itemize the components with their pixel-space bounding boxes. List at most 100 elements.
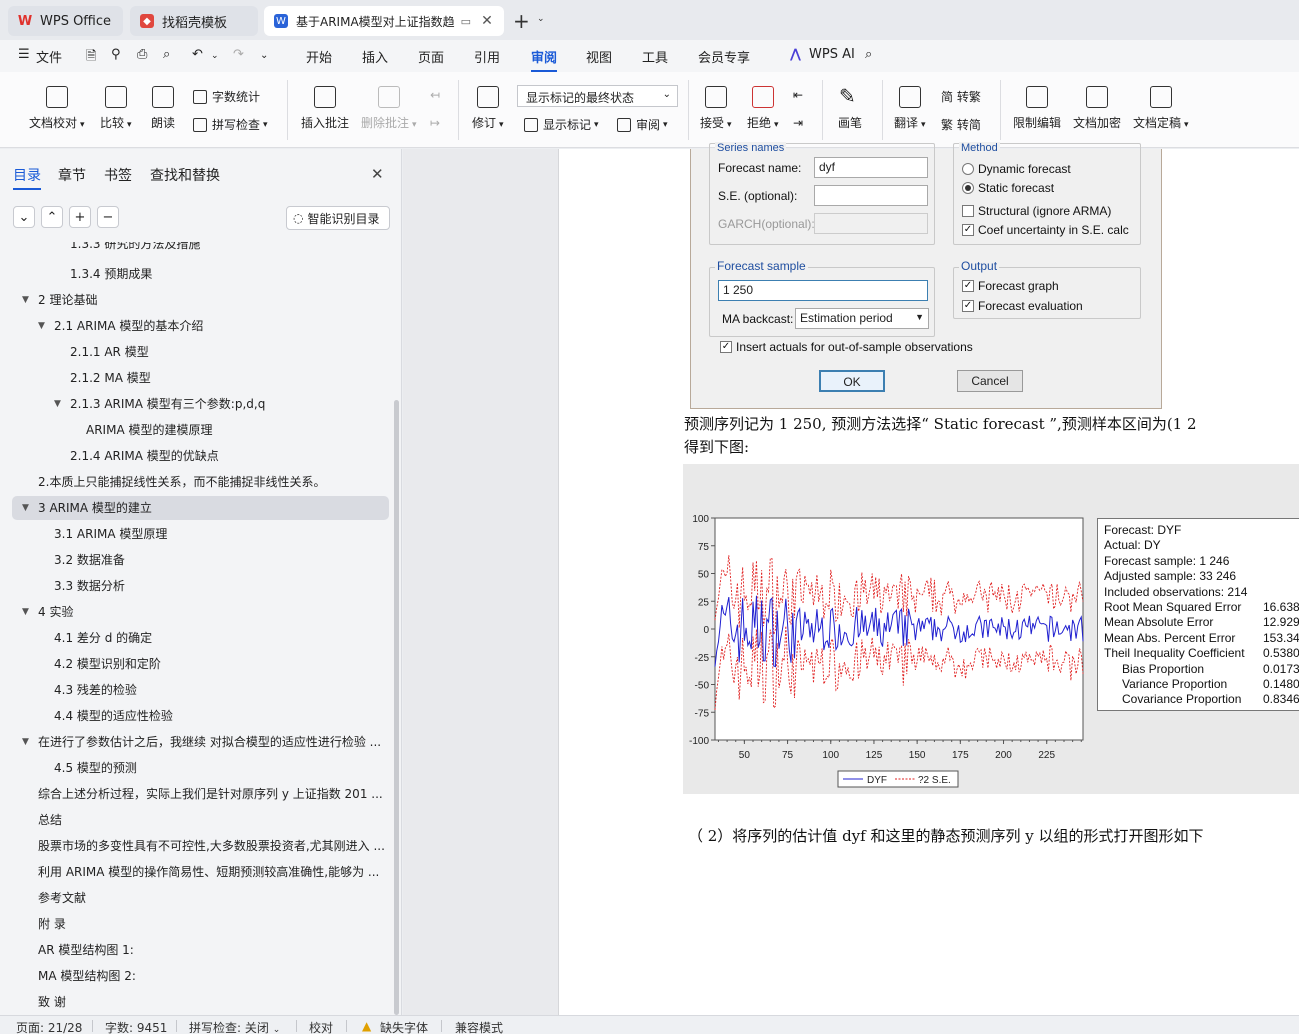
pen-button[interactable]: ✎ 画笔: [838, 86, 862, 131]
compat-mode[interactable]: 兼容模式: [455, 1019, 503, 1034]
forecast-sample-input[interactable]: 1 250: [718, 280, 928, 301]
toc-item[interactable]: ARIMA 模型的建模原理: [12, 418, 389, 442]
tab-find-replace[interactable]: 查找和替换: [150, 165, 220, 185]
insert-actuals-checkbox[interactable]: ✓ Insert actuals for out-of-sample observ…: [720, 340, 973, 354]
markup-state-select[interactable]: 显示标记的最终状态 ⌄: [517, 85, 678, 107]
se-input[interactable]: [814, 185, 928, 206]
delete-comment-button[interactable]: 删除批注 ▾: [361, 86, 417, 131]
collapse-icon[interactable]: ⌄: [13, 206, 35, 228]
spell-check-button[interactable]: 拼写检查 ▾: [193, 116, 268, 133]
dynamic-forecast-radio[interactable]: Dynamic forecast: [962, 162, 1071, 176]
toc-item[interactable]: 4.2 模型识别和定阶: [12, 652, 389, 676]
expand-icon[interactable]: ⌃: [41, 206, 63, 228]
toc-item[interactable]: 利用 ARIMA 模型的操作简易性、短期预测较高准确性,能够为 ...: [12, 860, 389, 884]
toc-item[interactable]: 4.3 残差的检验: [12, 678, 389, 702]
toc-item[interactable]: 1.3.3 研究的方法及措施: [12, 242, 389, 254]
tab-chapters[interactable]: 章节: [58, 165, 86, 185]
garch-input[interactable]: [814, 213, 928, 234]
toc-item[interactable]: 总结: [12, 808, 389, 832]
toc-item[interactable]: 3.3 数据分析: [12, 574, 389, 598]
tab-document[interactable]: W 基于ARIMA模型对上证指数趋 ▭ ✕: [264, 6, 504, 36]
tab-wps-office[interactable]: W WPS Office: [8, 6, 123, 36]
doc-encrypt-button[interactable]: 文档加密: [1073, 86, 1121, 131]
read-aloud-button[interactable]: 朗读: [151, 86, 175, 131]
expand-arrow-icon[interactable]: ▼: [22, 288, 29, 312]
cancel-button[interactable]: Cancel: [957, 370, 1023, 392]
forecast-evaluation-checkbox[interactable]: ✓ Forecast evaluation: [962, 299, 1083, 313]
menu-view[interactable]: 视图: [586, 47, 612, 66]
toc-item[interactable]: ▼ 2.1 ARIMA 模型的基本介绍: [12, 314, 389, 338]
toc-item[interactable]: 附 录: [12, 912, 389, 936]
expand-arrow-icon[interactable]: ▼: [22, 496, 29, 520]
revise-button[interactable]: 修订 ▾: [472, 86, 504, 131]
forecast-name-input[interactable]: dyf: [814, 157, 928, 178]
remove-level-icon[interactable]: −: [97, 206, 119, 228]
menu-file[interactable]: 文件: [36, 47, 62, 66]
expand-arrow-icon[interactable]: ▼: [54, 392, 61, 416]
toc-item[interactable]: 致 谢: [12, 990, 389, 1014]
structural-checkbox[interactable]: Structural (ignore ARMA): [962, 204, 1111, 218]
hamburger-icon[interactable]: ☰: [18, 47, 30, 62]
coef-uncertainty-checkbox[interactable]: ✓ Coef uncertainty in S.E. calc: [962, 223, 1129, 237]
toc-item[interactable]: ▼ 4 实验: [12, 600, 389, 624]
tab-toc[interactable]: 目录: [13, 165, 41, 190]
missing-font[interactable]: 缺失字体: [380, 1019, 428, 1034]
word-count-button[interactable]: 字数统计: [193, 88, 260, 105]
forecast-graph-checkbox[interactable]: ✓ Forecast graph: [962, 279, 1059, 293]
menu-member[interactable]: 会员专享: [698, 47, 750, 66]
toc-item[interactable]: ▼ 2 理论基础: [12, 288, 389, 312]
preview-icon[interactable]: ⌕: [163, 47, 170, 62]
toc-item[interactable]: 1.3.4 预期成果: [12, 262, 389, 286]
next-comment-icon[interactable]: ↦: [430, 116, 440, 130]
toc-item[interactable]: 2.1.2 MA 模型: [12, 366, 389, 390]
add-level-icon[interactable]: +: [69, 206, 91, 228]
tab-template[interactable]: ◆ 找稻壳模板: [130, 6, 258, 36]
new-tab-icon[interactable]: +: [513, 9, 530, 33]
print-icon[interactable]: ⎙: [137, 47, 147, 62]
smart-toc-button[interactable]: ◌ 智能识别目录: [286, 206, 390, 230]
tab-bookmarks[interactable]: 书签: [104, 165, 132, 185]
scrollbar[interactable]: [394, 400, 399, 1015]
toc-item[interactable]: 参考文献: [12, 886, 389, 910]
page-indicator[interactable]: 页面: 21/28: [16, 1019, 82, 1034]
restrict-edit-button[interactable]: 限制编辑: [1013, 86, 1061, 131]
show-markup-button[interactable]: 显示标记 ▾: [524, 116, 599, 133]
toc-item[interactable]: 4.1 差分 d 的确定: [12, 626, 389, 650]
menu-wps-ai[interactable]: WPS AI: [809, 47, 855, 62]
toc-item[interactable]: AR 模型结构图 1:: [12, 938, 389, 962]
close-tab-icon[interactable]: ✕: [481, 13, 493, 29]
ok-button[interactable]: OK: [819, 370, 885, 392]
proof-status[interactable]: 校对: [309, 1019, 333, 1034]
toc-item[interactable]: ▼ 在进行了参数估计之后，我继续 对拟合模型的适应性进行检验 ...: [12, 730, 389, 754]
more-icon[interactable]: ⌄: [260, 50, 268, 61]
toc-item[interactable]: 3.1 ARIMA 模型原理: [12, 522, 389, 546]
monitor-icon[interactable]: ▭: [461, 15, 471, 28]
static-forecast-radio[interactable]: Static forecast: [962, 181, 1054, 195]
menu-tools[interactable]: 工具: [642, 47, 668, 66]
toc-item[interactable]: ▼ 2.1.3 ARIMA 模型有三个参数:p,d,q: [12, 392, 389, 416]
toc-item[interactable]: 2.1.1 AR 模型: [12, 340, 389, 364]
review-pane-button[interactable]: 审阅 ▾: [617, 116, 668, 133]
menu-page[interactable]: 页面: [418, 47, 444, 66]
expand-arrow-icon[interactable]: ▼: [22, 600, 29, 624]
undo-dropdown-icon[interactable]: ⌄: [211, 51, 219, 61]
prev-change-icon[interactable]: ⇤: [793, 88, 803, 102]
toc-item[interactable]: MA 模型结构图 2:: [12, 964, 389, 988]
toc-item[interactable]: 2.1.4 ARIMA 模型的优缺点: [12, 444, 389, 468]
insert-comment-button[interactable]: 插入批注: [301, 86, 349, 131]
prev-comment-icon[interactable]: ↤: [430, 88, 440, 102]
translate-button[interactable]: 翻译 ▾: [894, 86, 926, 131]
toc-item[interactable]: 4.5 模型的预测: [12, 756, 389, 780]
doc-check-button[interactable]: 文档校对 ▾: [29, 86, 85, 131]
toc-item[interactable]: 综合上述分析过程，实际上我们是针对原序列 y 上证指数 201 ...: [12, 782, 389, 806]
toc-item[interactable]: 3.2 数据准备: [12, 548, 389, 572]
word-count[interactable]: 字数: 9451: [105, 1019, 167, 1034]
share-icon[interactable]: ⚲: [111, 47, 121, 62]
reject-button[interactable]: 拒绝 ▾: [747, 86, 779, 131]
search-icon[interactable]: ⌕: [865, 47, 872, 62]
compare-button[interactable]: 比较 ▾: [100, 86, 132, 131]
expand-arrow-icon[interactable]: ▼: [38, 314, 45, 338]
next-change-icon[interactable]: ⇥: [793, 116, 803, 130]
undo-icon[interactable]: ↶: [192, 47, 203, 62]
chevron-down-icon[interactable]: ⌄: [537, 14, 545, 24]
